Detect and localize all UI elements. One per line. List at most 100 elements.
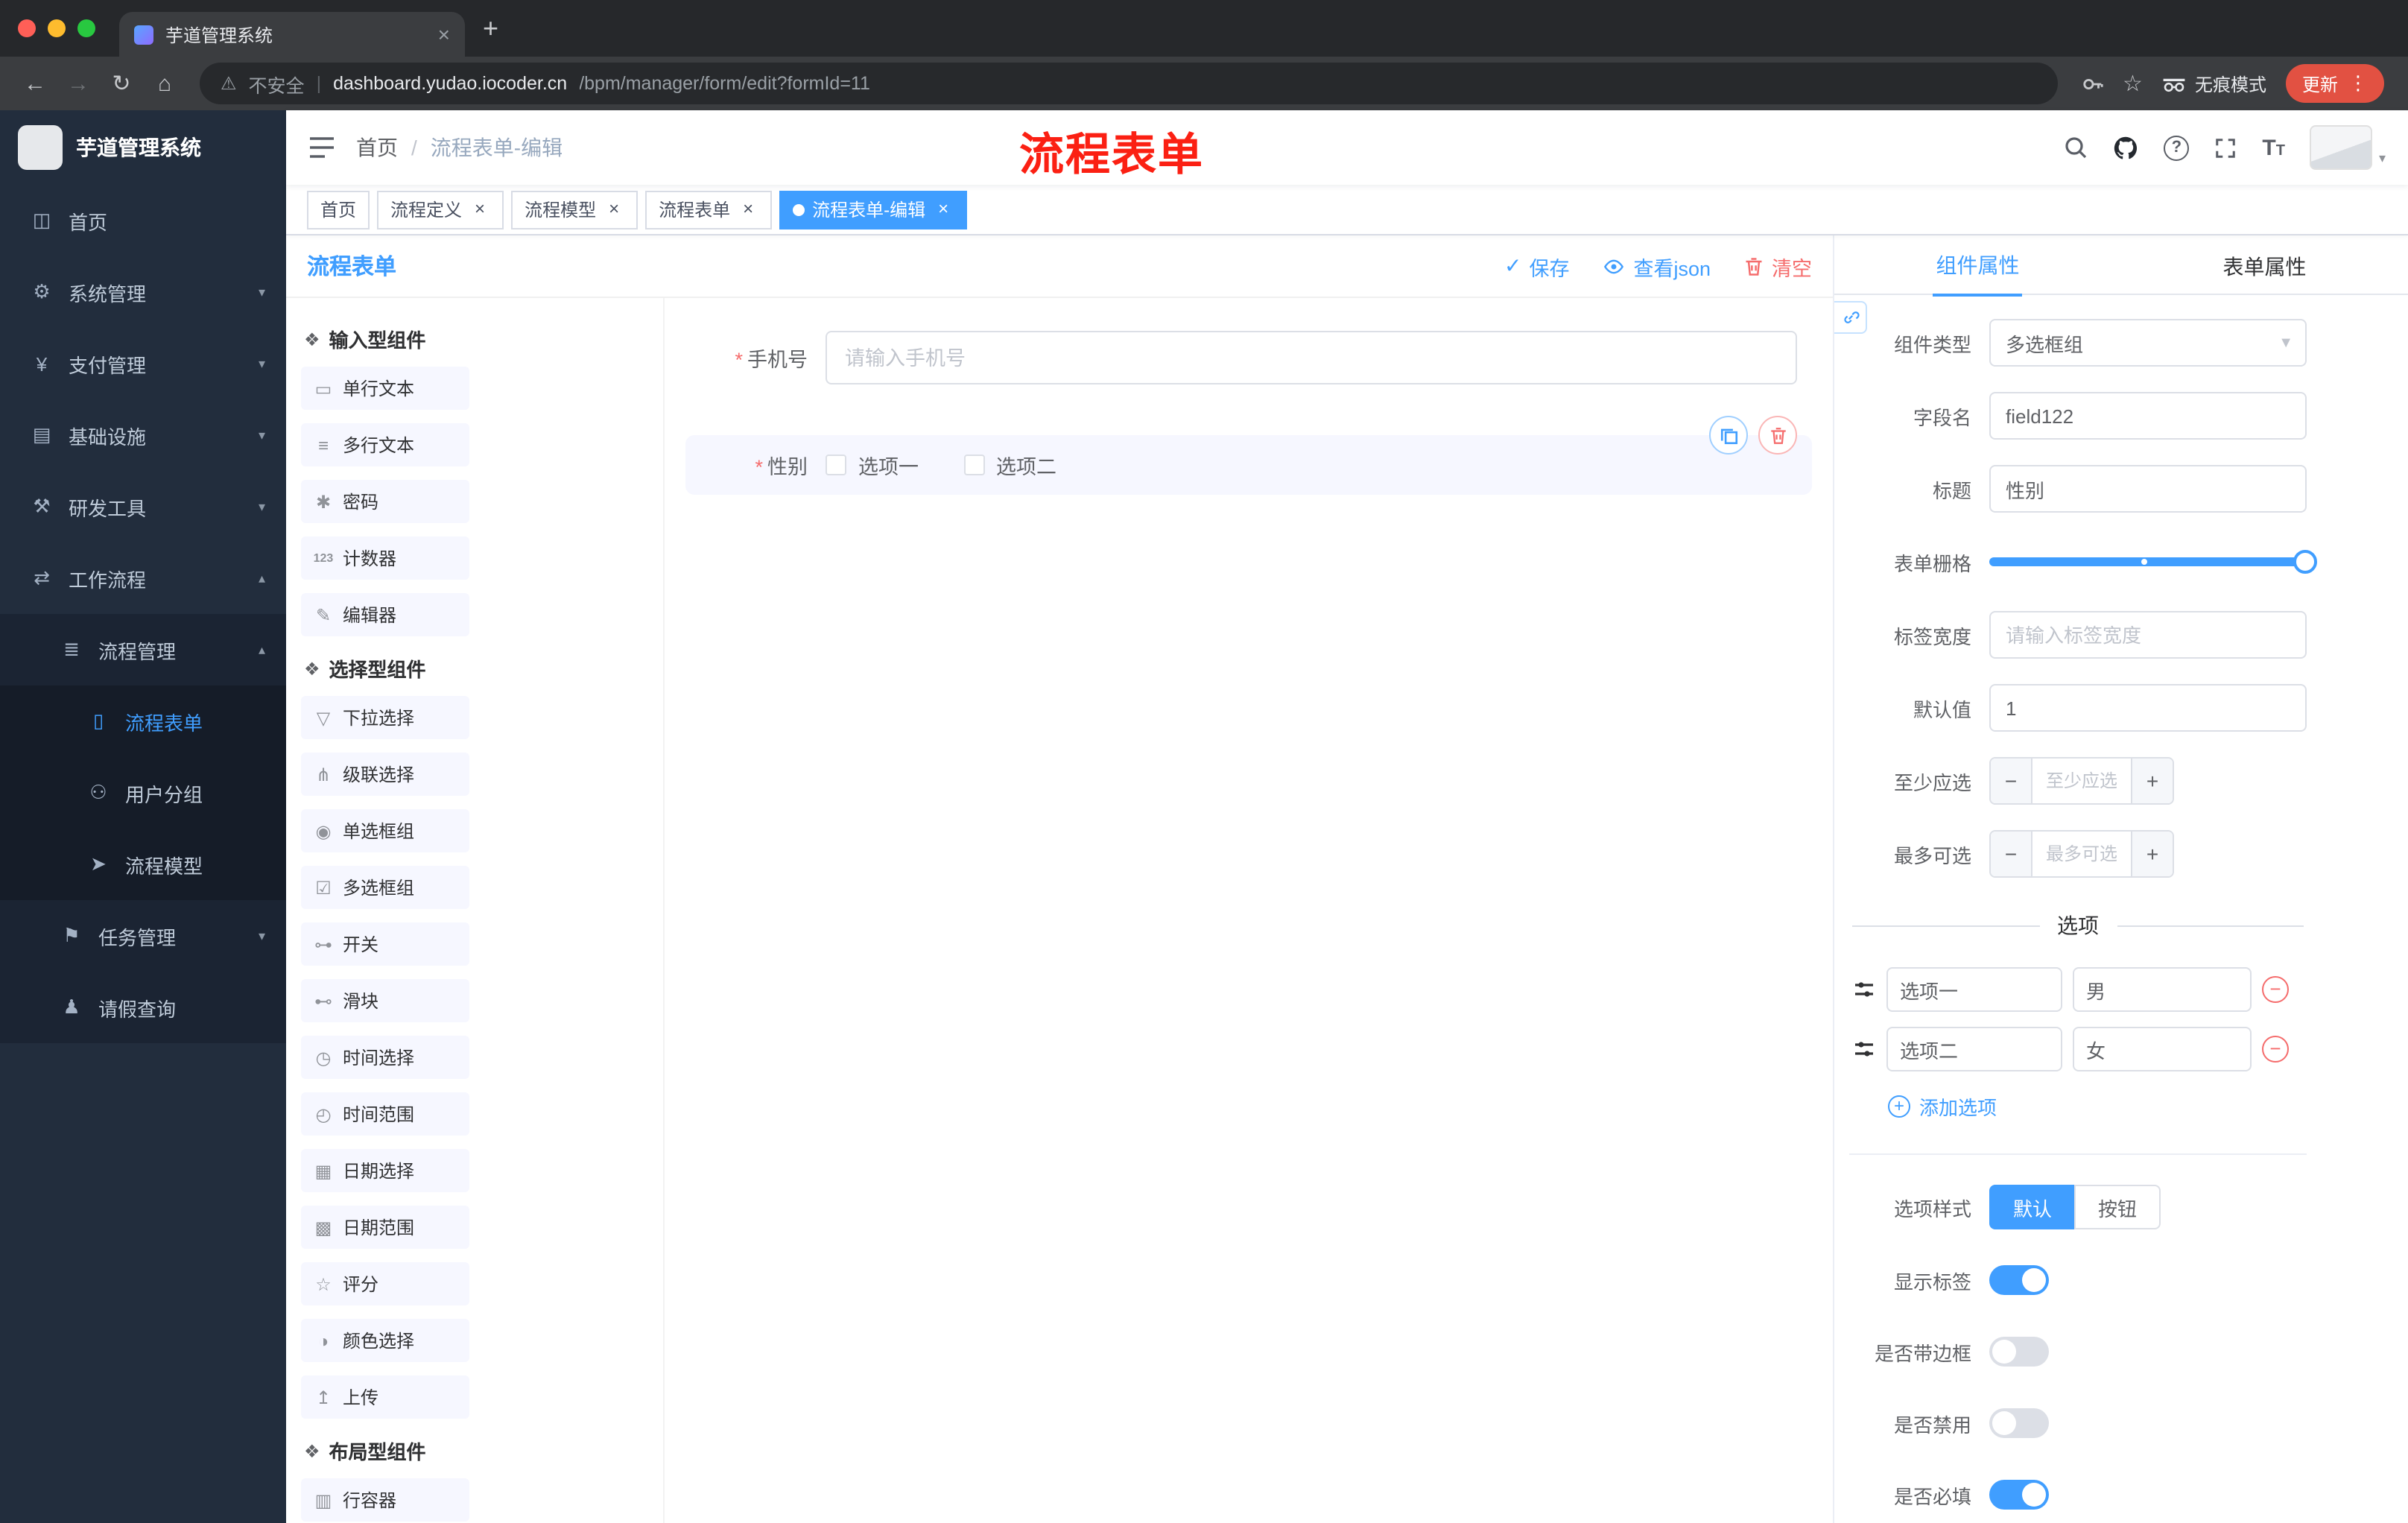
- fullscreen-icon[interactable]: [2214, 136, 2237, 159]
- default-value-input[interactable]: [1989, 684, 2307, 732]
- show-label-switch[interactable]: [1989, 1265, 2049, 1295]
- bookmark-star-icon[interactable]: ☆: [2123, 70, 2143, 97]
- tab-close-icon[interactable]: ×: [438, 22, 450, 46]
- sidebar-item-home[interactable]: ◫ 首页: [0, 185, 286, 256]
- option-label-input[interactable]: [1886, 967, 2062, 1012]
- sidebar-item-process-model[interactable]: ➤ 流程模型: [0, 829, 286, 900]
- browser-tab[interactable]: 芋道管理系统 ×: [119, 12, 465, 57]
- drag-handle-icon[interactable]: [1852, 978, 1876, 1001]
- chip-input[interactable]: ▭ 单行文本: [301, 367, 469, 410]
- hamburger-icon[interactable]: [308, 137, 335, 158]
- chip-textarea[interactable]: ≡ 多行文本: [301, 423, 469, 466]
- help-icon[interactable]: ?: [2164, 135, 2190, 160]
- phone-field-row[interactable]: 手机号: [700, 331, 1797, 384]
- border-switch[interactable]: [1989, 1337, 2049, 1367]
- label-width-input[interactable]: [1989, 611, 2307, 659]
- forward-icon[interactable]: →: [58, 71, 98, 96]
- tag-home[interactable]: 首页: [307, 190, 370, 229]
- gender-field-selected[interactable]: 性别 选项一 选项二: [685, 416, 1812, 495]
- sidebar-item-process-management[interactable]: ≣ 流程管理 ▴: [0, 614, 286, 685]
- reload-icon[interactable]: ↻: [101, 70, 142, 97]
- component-type-select[interactable]: 多选框组 ▼: [1989, 319, 2307, 367]
- sidebar-item-user-group[interactable]: ⚇ 用户分组: [0, 757, 286, 829]
- sidebar-item-system-management[interactable]: ⚙ 系统管理 ▾: [0, 256, 286, 328]
- chip-date-range[interactable]: ▩ 日期范围: [301, 1206, 469, 1249]
- tag-process-form-edit[interactable]: 流程表单-编辑 ×: [779, 190, 968, 229]
- style-default-button[interactable]: 默认: [1989, 1185, 2075, 1229]
- close-icon[interactable]: ×: [738, 198, 758, 220]
- clear-button[interactable]: 清空: [1743, 251, 1812, 281]
- key-icon[interactable]: [2081, 72, 2103, 95]
- browser-update-button[interactable]: 更新 ⋮: [2285, 64, 2384, 103]
- max-select-input[interactable]: [2032, 832, 2131, 876]
- tag-process-form[interactable]: 流程表单 ×: [645, 190, 773, 229]
- sidebar-item-leave-query[interactable]: ♟ 请假查询: [0, 972, 286, 1043]
- chip-switch[interactable]: ⊶ 开关: [301, 922, 469, 966]
- chip-counter[interactable]: 123 计数器: [301, 536, 469, 580]
- chip-date-picker[interactable]: ▦ 日期选择: [301, 1149, 469, 1192]
- required-switch[interactable]: [1989, 1480, 2049, 1510]
- back-icon[interactable]: ←: [15, 71, 55, 96]
- home-icon[interactable]: ⌂: [145, 71, 185, 96]
- sidebar-logo[interactable]: 芋道管理系统: [0, 110, 286, 185]
- chip-password[interactable]: ✱ 密码: [301, 480, 469, 523]
- address-bar[interactable]: ⚠ 不安全 | dashboard.yudao.iocoder.cn /bpm/…: [200, 63, 2058, 104]
- grid-slider[interactable]: [1989, 538, 2317, 586]
- chip-checkbox-group[interactable]: ☑ 多选框组: [301, 866, 469, 909]
- chip-slider[interactable]: ⊷ 滑块: [301, 979, 469, 1022]
- delete-widget-button[interactable]: [1758, 416, 1797, 455]
- field-name-input[interactable]: [1989, 392, 2307, 440]
- tab-component-props[interactable]: 组件属性: [1834, 235, 2121, 296]
- sidebar-item-payment-management[interactable]: ¥ 支付管理 ▾: [0, 328, 286, 399]
- plus-button[interactable]: +: [2131, 832, 2173, 876]
- chip-color-picker[interactable]: ◑ 颜色选择: [301, 1319, 469, 1362]
- font-size-icon[interactable]: TT: [2262, 135, 2285, 160]
- copy-widget-button[interactable]: [1709, 416, 1748, 455]
- breadcrumb-home[interactable]: 首页: [356, 133, 398, 162]
- close-icon[interactable]: ×: [933, 198, 954, 220]
- sidebar-item-process-form[interactable]: ▯ 流程表单: [0, 685, 286, 757]
- chip-time-picker[interactable]: ◷ 时间选择: [301, 1036, 469, 1079]
- chip-select[interactable]: ▽ 下拉选择: [301, 696, 469, 739]
- minus-button[interactable]: −: [1991, 832, 2032, 876]
- style-button-button[interactable]: 按钮: [2074, 1185, 2161, 1229]
- search-icon[interactable]: [2064, 136, 2088, 159]
- chip-rate[interactable]: ☆ 评分: [301, 1262, 469, 1305]
- option-value-input[interactable]: [2073, 967, 2252, 1012]
- github-icon[interactable]: [2113, 135, 2138, 160]
- disabled-switch[interactable]: [1989, 1408, 2049, 1438]
- sidebar-item-infrastructure[interactable]: ▤ 基础设施 ▾: [0, 399, 286, 471]
- option-label-input[interactable]: [1886, 1027, 2062, 1071]
- link-button[interactable]: [1834, 301, 1867, 334]
- option-value-input[interactable]: [2073, 1027, 2252, 1071]
- window-zoom-button[interactable]: [77, 19, 95, 37]
- user-avatar[interactable]: ▾: [2310, 125, 2386, 170]
- add-option-button[interactable]: + 添加选项: [1888, 1092, 2307, 1121]
- chip-editor[interactable]: ✎ 编辑器: [301, 593, 469, 636]
- view-json-button[interactable]: 查看json: [1602, 251, 1711, 281]
- tag-process-definition[interactable]: 流程定义 ×: [377, 190, 504, 229]
- window-close-button[interactable]: [18, 19, 36, 37]
- minus-button[interactable]: −: [1991, 759, 2032, 803]
- min-select-input[interactable]: [2032, 759, 2131, 803]
- sidebar-item-workflow[interactable]: ⇄ 工作流程 ▴: [0, 542, 286, 614]
- sidebar-item-task-management[interactable]: ⚑ 任务管理 ▾: [0, 900, 286, 972]
- gender-option2-checkbox[interactable]: 选项二: [963, 450, 1056, 480]
- remove-option-button[interactable]: −: [2262, 976, 2289, 1003]
- sidebar-item-devtools[interactable]: ⚒ 研发工具 ▾: [0, 471, 286, 542]
- window-minimize-button[interactable]: [48, 19, 66, 37]
- plus-button[interactable]: +: [2131, 759, 2173, 803]
- chip-cascader[interactable]: ⋔ 级联选择: [301, 753, 469, 796]
- save-button[interactable]: ✓ 保存: [1504, 251, 1569, 281]
- chip-row-container[interactable]: ▥ 行容器: [301, 1478, 469, 1522]
- chip-upload[interactable]: ↥ 上传: [301, 1375, 469, 1419]
- tag-process-model[interactable]: 流程模型 ×: [511, 190, 639, 229]
- title-input[interactable]: [1989, 465, 2307, 513]
- close-icon[interactable]: ×: [469, 198, 490, 220]
- close-icon[interactable]: ×: [603, 198, 624, 220]
- gender-option1-checkbox[interactable]: 选项一: [826, 450, 919, 480]
- remove-option-button[interactable]: −: [2262, 1036, 2289, 1063]
- tab-form-props[interactable]: 表单属性: [2121, 235, 2408, 294]
- chip-time-range[interactable]: ◴ 时间范围: [301, 1092, 469, 1136]
- slider-handle[interactable]: [2293, 550, 2317, 574]
